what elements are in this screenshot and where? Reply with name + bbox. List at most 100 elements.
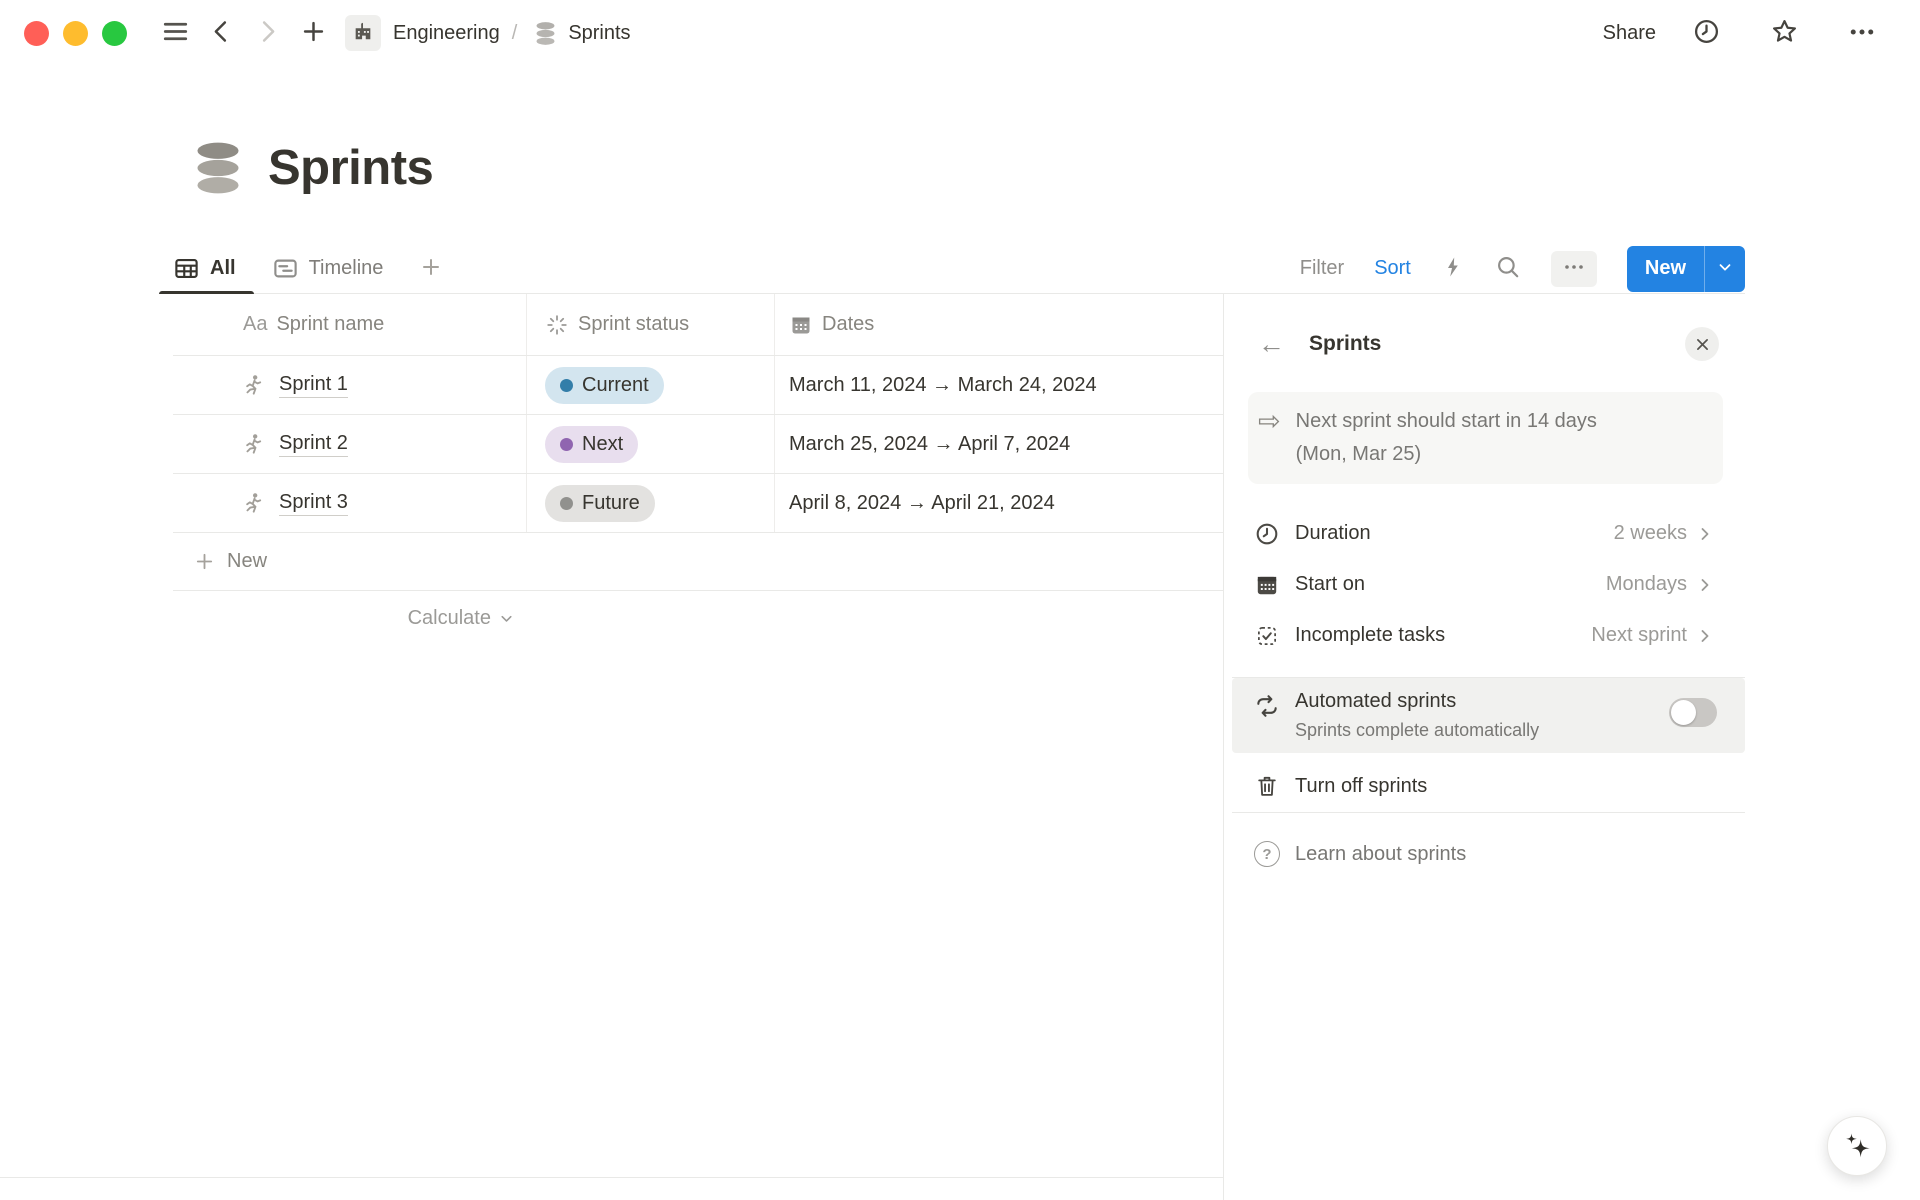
setting-duration[interactable]: Duration 2 weeks <box>1224 508 1745 559</box>
share-button[interactable]: Share <box>1603 22 1656 45</box>
topbar-right: Share <box>1603 0 1890 66</box>
status-label: Next <box>582 433 623 456</box>
sidebar-toggle-button[interactable] <box>157 15 193 51</box>
cell-sprint-name[interactable]: Sprint 2 <box>173 415 527 473</box>
ellipsis-icon <box>1562 255 1586 282</box>
date-range: March 11, 2024 → March 24, 2024 <box>789 374 1097 397</box>
cell-sprint-status[interactable]: Next <box>527 415 775 473</box>
sort-button[interactable]: Sort <box>1374 257 1411 280</box>
date-range: April 8, 2024 → April 21, 2024 <box>789 492 1055 515</box>
panel-header: ← Sprints <box>1224 294 1745 388</box>
setting-label: Duration <box>1295 522 1371 545</box>
setting-start-on[interactable]: Start on Mondays <box>1224 559 1745 610</box>
minimize-window-button[interactable] <box>63 21 88 46</box>
turn-off-sprints-button[interactable]: Turn off sprints <box>1224 760 1745 812</box>
calendar-icon <box>1254 572 1280 598</box>
table-header-row: Aa Sprint name Sprint status Dates <box>173 294 1223 356</box>
cell-dates[interactable]: April 8, 2024 → April 21, 2024 <box>775 474 1223 532</box>
status-pill: Future <box>545 485 655 522</box>
new-page-button[interactable] <box>295 15 331 51</box>
panel-divider <box>1232 812 1745 813</box>
filter-button[interactable]: Filter <box>1300 257 1344 280</box>
breadcrumb: Engineering / Sprints <box>393 21 631 46</box>
chevron-right-icon <box>1695 524 1715 544</box>
search-view-button[interactable] <box>1495 254 1521 283</box>
page-more-button[interactable] <box>1844 15 1880 51</box>
tab-all[interactable]: All <box>173 244 236 293</box>
automated-sprints-label: Automated sprints <box>1295 690 1539 713</box>
runner-icon <box>241 432 266 457</box>
nav-back-button[interactable] <box>203 15 239 51</box>
sprint-page-link[interactable]: Sprint 2 <box>279 432 348 457</box>
new-button[interactable]: New <box>1627 246 1704 292</box>
breadcrumb-workspace[interactable]: Engineering <box>393 22 500 45</box>
maximize-window-button[interactable] <box>102 21 127 46</box>
lightning-icon <box>1441 255 1465 282</box>
add-view-button[interactable] <box>419 255 443 282</box>
plus-icon <box>300 18 327 48</box>
sprint-page-link[interactable]: Sprint 1 <box>279 373 348 398</box>
automated-sprints-row[interactable]: Automated sprints Sprints complete autom… <box>1232 678 1745 753</box>
traffic-lights <box>24 21 127 46</box>
new-split-button: New <box>1627 246 1745 292</box>
column-label: Sprint name <box>276 313 384 336</box>
status-label: Current <box>582 374 649 397</box>
ellipsis-icon <box>1847 17 1877 50</box>
panel-back-button[interactable]: ← <box>1258 331 1285 358</box>
column-header-sprint-status[interactable]: Sprint status <box>527 294 775 355</box>
column-label: Sprint status <box>578 313 689 336</box>
status-dot <box>560 497 573 510</box>
column-header-dates[interactable]: Dates <box>775 294 1223 355</box>
topbar-left: Engineering / Sprints <box>24 0 631 66</box>
column-header-sprint-name[interactable]: Aa Sprint name <box>173 294 527 355</box>
learn-about-sprints-label: Learn about sprints <box>1295 843 1466 866</box>
sparkles-icon <box>1840 1129 1874 1163</box>
new-row-button[interactable]: New <box>173 533 1223 591</box>
calculate-label: Calculate <box>408 607 491 630</box>
runner-icon <box>241 373 266 398</box>
setting-label: Incomplete tasks <box>1295 624 1445 647</box>
tab-timeline[interactable]: Timeline <box>272 244 384 293</box>
notice-line-2: (Mon, Mar 25) <box>1296 438 1597 471</box>
page-database-icon[interactable] <box>190 140 246 196</box>
updates-button[interactable] <box>1688 15 1724 51</box>
automations-button[interactable] <box>1441 255 1465 282</box>
status-spinner-icon <box>545 313 569 337</box>
cell-sprint-status[interactable]: Current <box>527 356 775 414</box>
chevron-right-icon <box>1695 575 1715 595</box>
nav-forward-button[interactable] <box>249 15 285 51</box>
calculate-button[interactable]: Calculate <box>173 591 527 645</box>
panel-close-button[interactable] <box>1685 327 1719 361</box>
setting-incomplete-tasks[interactable]: Incomplete tasks Next sprint <box>1224 610 1745 661</box>
favorite-button[interactable] <box>1766 15 1802 51</box>
cell-sprint-status[interactable]: Future <box>527 474 775 532</box>
view-options-button[interactable] <box>1551 251 1597 287</box>
learn-about-sprints-link[interactable]: ? Learn about sprints <box>1224 828 1745 880</box>
notion-ai-button[interactable] <box>1827 1116 1887 1176</box>
status-dot <box>560 379 573 392</box>
notice-line-1: Next sprint should start in 14 days <box>1296 405 1597 438</box>
cell-dates[interactable]: March 25, 2024 → April 7, 2024 <box>775 415 1223 473</box>
cell-dates[interactable]: March 11, 2024 → March 24, 2024 <box>775 356 1223 414</box>
automated-sprints-toggle[interactable] <box>1669 698 1717 727</box>
close-icon <box>1694 336 1711 353</box>
table-row: Sprint 3 Future April 8, 2024 → April 21… <box>173 474 1223 533</box>
sprint-page-link[interactable]: Sprint 3 <box>279 491 348 516</box>
notion-window: Engineering / Sprints Share <box>0 0 1920 1200</box>
runner-icon <box>241 491 266 516</box>
close-window-button[interactable] <box>24 21 49 46</box>
chevron-right-icon <box>254 18 281 48</box>
cell-sprint-name[interactable]: Sprint 3 <box>173 474 527 532</box>
window-topbar: Engineering / Sprints Share <box>0 0 1920 66</box>
workspace-chip[interactable] <box>345 15 381 51</box>
star-icon <box>1770 17 1799 49</box>
sprints-settings-panel: ← Sprints ⇨ Next sprint should start in … <box>1223 294 1745 1200</box>
arrow-right-outline-icon: ⇨ <box>1258 406 1281 436</box>
clock-icon <box>1692 17 1721 49</box>
breadcrumb-page[interactable]: Sprints <box>568 22 630 45</box>
cell-sprint-name[interactable]: Sprint 1 <box>173 356 527 414</box>
setting-value: 2 weeks <box>1614 522 1687 545</box>
new-dropdown-button[interactable] <box>1705 246 1745 292</box>
database-icon <box>533 21 558 46</box>
table-view-icon <box>173 255 200 282</box>
